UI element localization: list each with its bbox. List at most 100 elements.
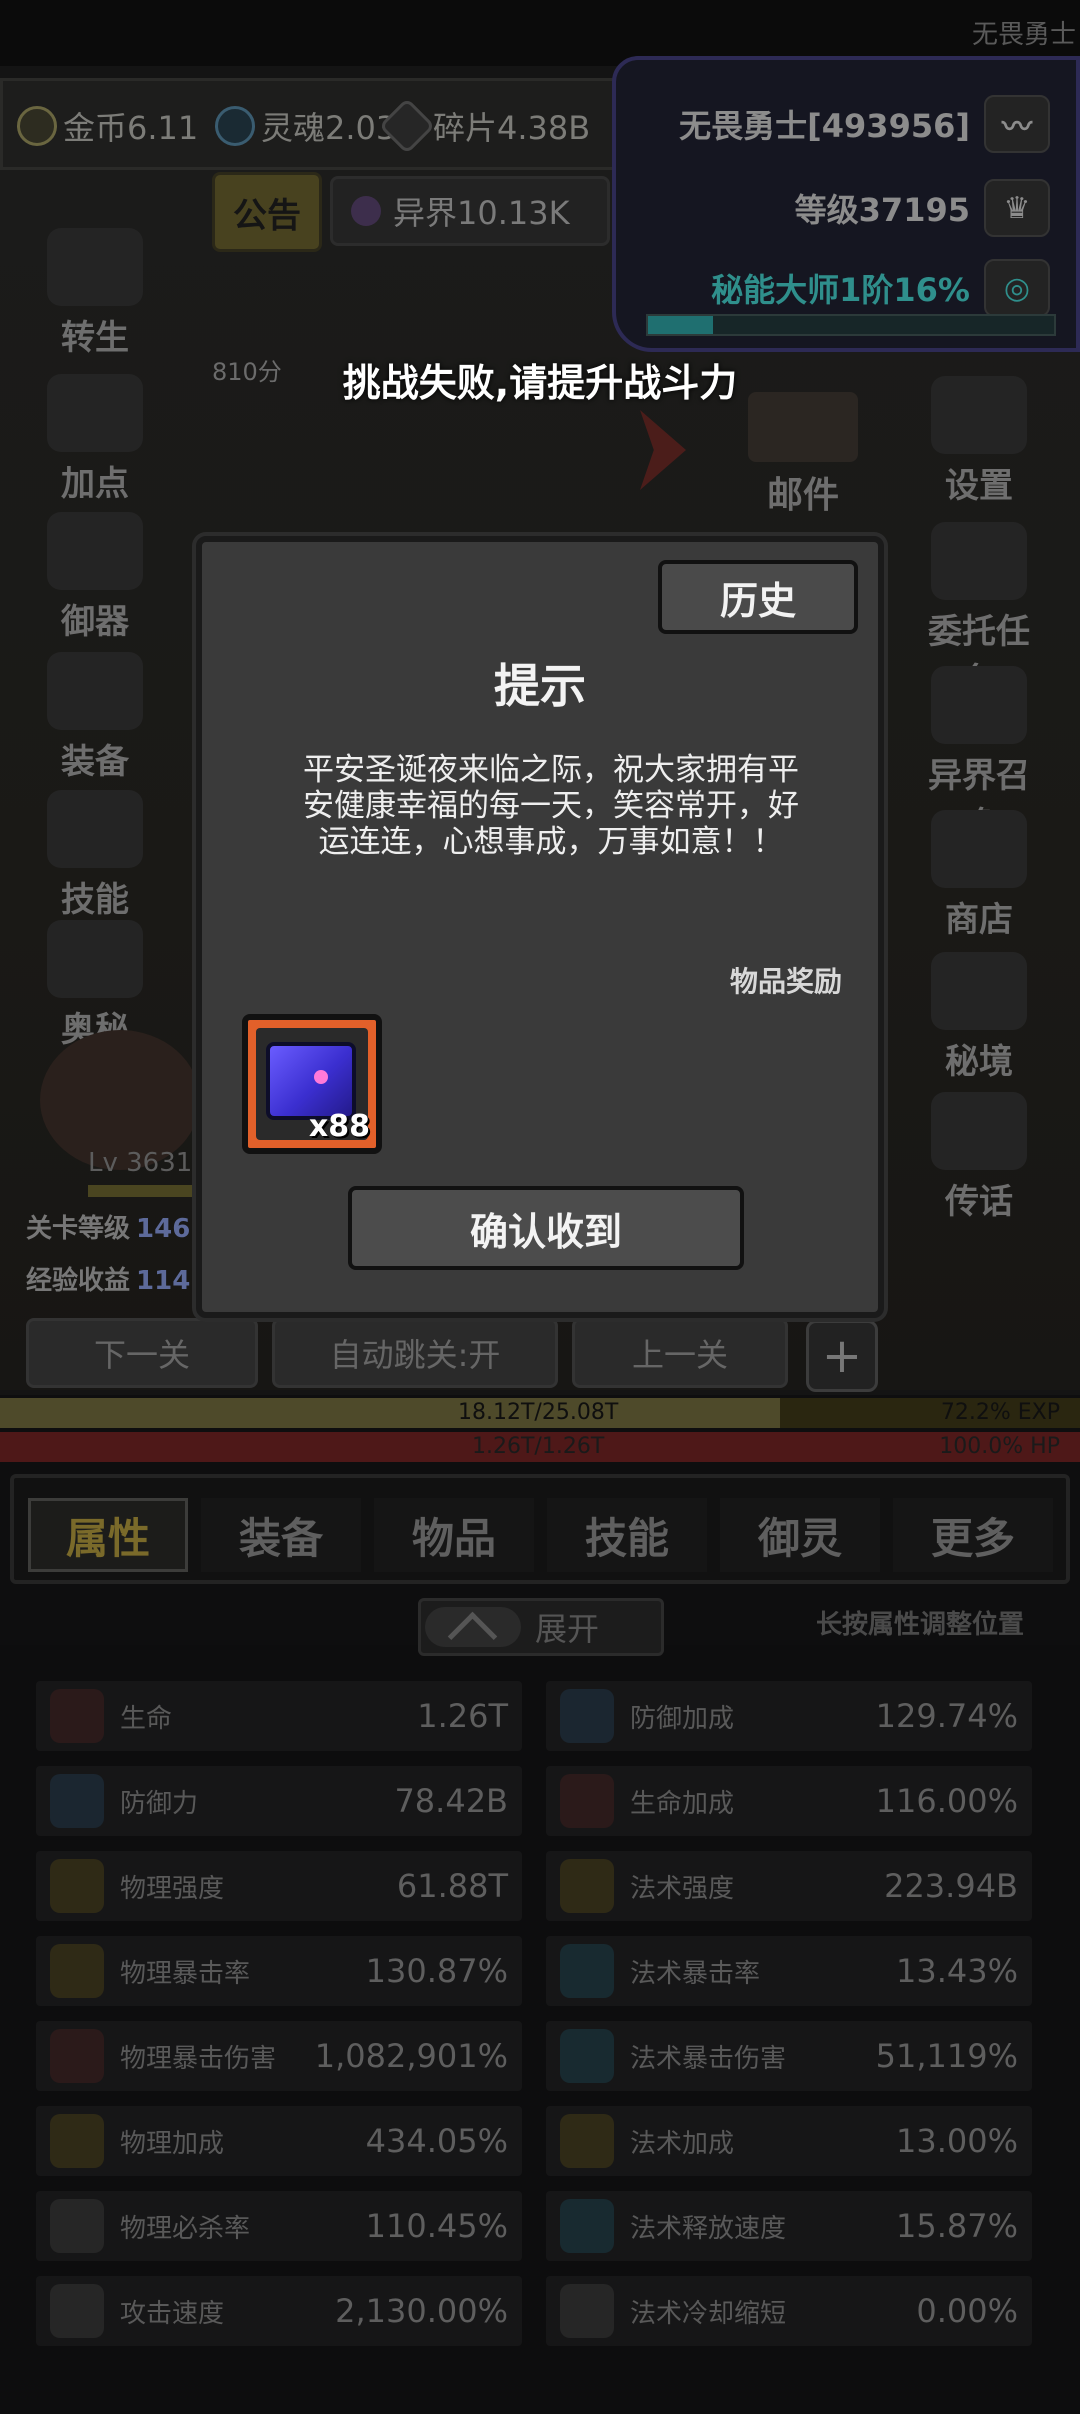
- stat-row[interactable]: 法术释放速度 15.87%: [546, 2191, 1032, 2261]
- left-menu-item-icon: [47, 790, 143, 868]
- right-menu-item-icon: [931, 1092, 1027, 1170]
- tab-5[interactable]: 更多: [893, 1498, 1053, 1572]
- stat-value: 110.45%: [365, 2207, 508, 2245]
- mystic-row: 秘能大师1阶16% ◎: [711, 258, 1050, 318]
- notice-button[interactable]: 公告: [212, 172, 322, 252]
- stat-row[interactable]: 防御力 78.42B: [36, 1766, 522, 1836]
- exp-gain-value: 114: [136, 1266, 191, 1296]
- sword-icon: [50, 1859, 104, 1913]
- tab-0[interactable]: 属性: [28, 1498, 188, 1572]
- exp-bar-fill: [0, 1398, 780, 1428]
- left-menu-item-icon: [47, 512, 143, 590]
- auto-skip-button[interactable]: 自动跳关:开: [272, 1318, 558, 1388]
- player-level: 等级37195: [794, 191, 970, 229]
- stat-row[interactable]: 攻击速度 2,130.00%: [36, 2276, 522, 2346]
- right-menu-item-3[interactable]: 商店: [914, 810, 1044, 941]
- expand-button[interactable]: 展开: [418, 1598, 664, 1656]
- heart-icon: [50, 1689, 104, 1743]
- stat-label: 法术暴击率: [630, 1958, 761, 1989]
- tab-3[interactable]: 技能: [547, 1498, 707, 1572]
- signal-icon: 〰: [984, 95, 1050, 153]
- stat-row[interactable]: 物理必杀率 110.45%: [36, 2191, 522, 2261]
- crit-icon: [50, 1944, 104, 1998]
- mystic-level: 秘能大师1阶16%: [711, 271, 970, 309]
- magic-crit-icon: [560, 1944, 614, 1998]
- right-menu-item-label: 设置: [945, 466, 1013, 506]
- stage-level-info: 关卡等级 146: [26, 1208, 190, 1245]
- left-menu-item-icon: [47, 920, 143, 998]
- dialog-message: 平安圣诞夜来临之际，祝大家拥有平安健康幸福的每一天，笑容常开，好运连连，心想事成…: [303, 752, 799, 860]
- mystic-progress-bar: [646, 314, 1056, 336]
- right-menu-item-icon: [931, 522, 1027, 600]
- stat-row[interactable]: 法术冷却缩短 0.00%: [546, 2276, 1032, 2346]
- resource-bar: 金币6.11 灵魂2.03 碎片4.38B: [0, 78, 640, 170]
- right-menu-item-icon: [931, 952, 1027, 1030]
- shield-plus-icon: [560, 1689, 614, 1743]
- reward-item[interactable]: x88: [242, 1014, 382, 1154]
- left-menu-item-3[interactable]: 装备: [30, 652, 160, 783]
- heart-plus-icon: [560, 1774, 614, 1828]
- previous-stage-button[interactable]: 上一关: [572, 1318, 788, 1388]
- skull-icon: [50, 2199, 104, 2253]
- left-menu-item-icon: [47, 652, 143, 730]
- magic-icon: [560, 1859, 614, 1913]
- reward-label: 物品奖励: [729, 965, 842, 998]
- stat-row[interactable]: 法术加成 13.00%: [546, 2106, 1032, 2176]
- stat-label: 物理暴击伤害: [120, 2043, 277, 2074]
- left-menu-item-2[interactable]: 御器: [30, 512, 160, 643]
- left-menu-item-0[interactable]: 转生: [30, 228, 160, 359]
- history-button[interactable]: 历史: [658, 560, 858, 634]
- stat-label: 生命: [120, 1703, 173, 1734]
- tab-1[interactable]: 装备: [201, 1498, 361, 1572]
- hero-level: Lv 3631: [88, 1148, 193, 1178]
- soul-icon: [215, 106, 255, 146]
- confirm-button[interactable]: 确认收到: [348, 1186, 744, 1270]
- stat-row[interactable]: 物理加成 434.05%: [36, 2106, 522, 2176]
- stat-value: 13.00%: [895, 2122, 1018, 2160]
- otherworld-value: 异界10.13K: [393, 194, 570, 232]
- hourglass-icon: [560, 2284, 614, 2338]
- stat-row[interactable]: 法术暴击伤害 51,119%: [546, 2021, 1032, 2091]
- hp-bar-text: 1.26T/1.26T: [472, 1434, 605, 1459]
- shield-icon: [50, 1774, 104, 1828]
- stat-label: 防御力: [120, 1788, 199, 1819]
- player-panel[interactable]: 无畏勇士[493956] 〰 等级37195 ♛ 秘能大师1阶16% ◎: [612, 56, 1080, 352]
- stat-row[interactable]: 生命加成 116.00%: [546, 1766, 1032, 1836]
- tab-4[interactable]: 御灵: [720, 1498, 880, 1572]
- expand-label: 展开: [535, 1610, 600, 1648]
- stat-label: 物理必杀率: [120, 2213, 251, 2244]
- mystic-progress-fill: [648, 316, 713, 334]
- stat-label: 物理强度: [120, 1873, 225, 1904]
- left-menu-item-4[interactable]: 技能: [30, 790, 160, 921]
- stat-value: 0.00%: [916, 2292, 1018, 2330]
- mail-button[interactable]: 邮件: [728, 392, 878, 518]
- top-right-label: 无畏勇士: [971, 20, 1076, 50]
- player-level-row: 等级37195 ♛: [795, 178, 1050, 238]
- right-menu-item-4[interactable]: 秘境: [914, 952, 1044, 1083]
- stat-row[interactable]: 物理暴击率 130.87%: [36, 1936, 522, 2006]
- stat-value: 116.00%: [875, 1782, 1018, 1820]
- tab-2[interactable]: 物品: [374, 1498, 534, 1572]
- stat-row[interactable]: 法术强度 223.94B: [546, 1851, 1032, 1921]
- stat-row[interactable]: 防御加成 129.74%: [546, 1681, 1032, 1751]
- magic-bonus-icon: [560, 2114, 614, 2168]
- stat-row[interactable]: 生命 1.26T: [36, 1681, 522, 1751]
- stat-value: 1.26T: [417, 1697, 508, 1735]
- stat-row[interactable]: 物理强度 61.88T: [36, 1851, 522, 1921]
- right-menu-item-5[interactable]: 传话: [914, 1092, 1044, 1223]
- long-press-hint: 长按属性调整位置: [815, 1610, 1024, 1640]
- stat-label: 防御加成: [630, 1703, 735, 1734]
- next-stage-button[interactable]: 下一关: [26, 1318, 258, 1388]
- stat-row[interactable]: 物理暴击伤害 1,082,901%: [36, 2021, 522, 2091]
- announcement-dialog: 历史 提示 平安圣诞夜来临之际，祝大家拥有平安健康幸福的每一天，笑容常开，好运连…: [196, 536, 884, 1318]
- left-menu-item-label: 装备: [61, 742, 129, 782]
- stat-value: 51,119%: [875, 2037, 1018, 2075]
- magic-crit-damage-icon: [560, 2029, 614, 2083]
- exp-bar-percent: 72.2% EXP: [940, 1400, 1060, 1425]
- plus-button[interactable]: +: [806, 1320, 878, 1392]
- left-menu-item-label: 加点: [61, 464, 129, 504]
- reward-quantity: x88: [308, 1109, 370, 1144]
- stat-row[interactable]: 法术暴击率 13.43%: [546, 1936, 1032, 2006]
- stat-label: 法术加成: [630, 2128, 735, 2159]
- otherworld-currency[interactable]: 异界10.13K: [330, 176, 610, 246]
